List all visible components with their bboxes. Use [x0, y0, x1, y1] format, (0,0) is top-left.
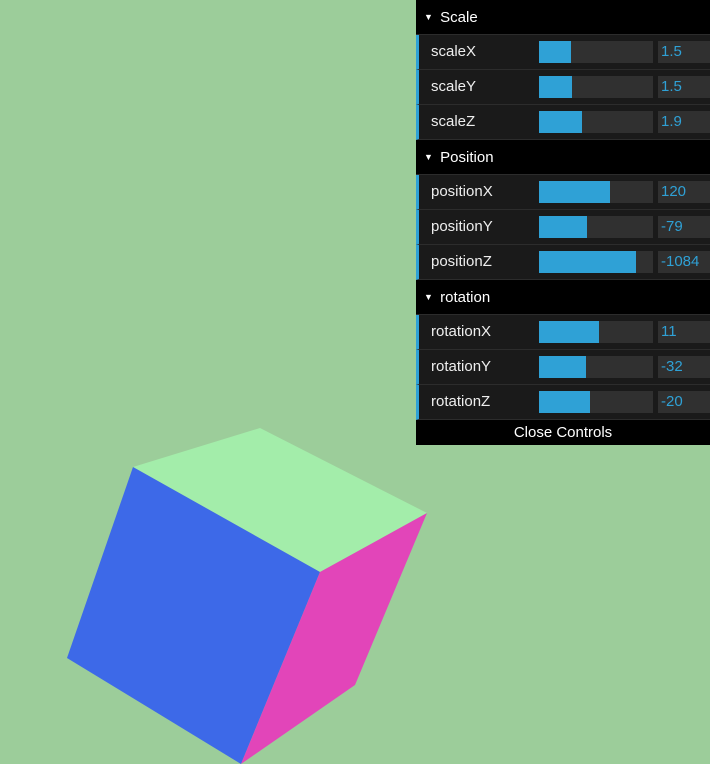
control-row-scalex: scaleX — [416, 35, 710, 70]
control-row-rotationx: rotationX — [416, 315, 710, 350]
folder-title-rotation[interactable]: ▼ rotation — [416, 280, 710, 315]
number-input-rotationz[interactable] — [658, 391, 710, 413]
slider-rotationz[interactable] — [539, 391, 653, 413]
number-input-scaley[interactable] — [658, 76, 710, 98]
slider-fill — [539, 321, 600, 343]
number-input-positionx[interactable] — [658, 181, 710, 203]
close-controls-button[interactable]: Close Controls — [416, 420, 710, 445]
folder-scale: ▼ Scale scaleX scaleY scaleZ — [416, 0, 710, 140]
folder-title-position[interactable]: ▼ Position — [416, 140, 710, 175]
slider-rotationy[interactable] — [539, 356, 653, 378]
slider-fill — [539, 251, 636, 273]
slider-positiony[interactable] — [539, 216, 653, 238]
control-row-rotationy: rotationY — [416, 350, 710, 385]
slider-scaley[interactable] — [539, 76, 653, 98]
folder-title-label: Position — [440, 149, 494, 166]
property-name: scaleZ — [431, 113, 476, 130]
property-name: positionY — [431, 218, 493, 235]
property-name: positionZ — [431, 253, 492, 270]
folder-title-scale[interactable]: ▼ Scale — [416, 0, 710, 35]
slider-fill — [539, 181, 610, 203]
property-name: scaleX — [431, 43, 477, 60]
controls-panel: ▼ Scale scaleX scaleY scaleZ ▼ Position … — [416, 0, 710, 445]
property-name: scaleY — [431, 78, 477, 95]
control-row-positionx: positionX — [416, 175, 710, 210]
property-name: rotationZ — [431, 393, 491, 410]
slider-fill — [539, 356, 586, 378]
slider-fill — [539, 41, 571, 63]
control-row-scalez: scaleZ — [416, 105, 710, 140]
slider-fill — [539, 111, 583, 133]
number-input-scalex[interactable] — [658, 41, 710, 63]
control-row-scaley: scaleY — [416, 70, 710, 105]
number-input-rotationy[interactable] — [658, 356, 710, 378]
control-row-positionz: positionZ — [416, 245, 710, 280]
caret-down-icon: ▼ — [424, 152, 433, 162]
property-name: rotationY — [431, 358, 492, 375]
control-row-positiony: positionY — [416, 210, 710, 245]
number-input-scalez[interactable] — [658, 111, 710, 133]
slider-scalez[interactable] — [539, 111, 653, 133]
number-input-positionz[interactable] — [658, 251, 710, 273]
folder-title-label: rotation — [440, 289, 491, 306]
slider-positionx[interactable] — [539, 181, 653, 203]
slider-fill — [539, 76, 573, 98]
number-input-rotationx[interactable] — [658, 321, 710, 343]
property-name: positionX — [431, 183, 493, 200]
folder-position: ▼ Position positionX positionY positionZ — [416, 140, 710, 280]
slider-fill — [539, 391, 591, 413]
caret-down-icon: ▼ — [424, 292, 433, 302]
slider-scalex[interactable] — [539, 41, 653, 63]
caret-down-icon: ▼ — [424, 12, 433, 22]
number-input-positiony[interactable] — [658, 216, 710, 238]
control-row-rotationz: rotationZ — [416, 385, 710, 420]
slider-positionz[interactable] — [539, 251, 653, 273]
slider-fill — [539, 216, 587, 238]
folder-rotation: ▼ rotation rotationX rotationY rotationZ — [416, 280, 710, 420]
slider-rotationx[interactable] — [539, 321, 653, 343]
property-name: rotationX — [431, 323, 492, 340]
folder-title-label: Scale — [440, 9, 478, 26]
